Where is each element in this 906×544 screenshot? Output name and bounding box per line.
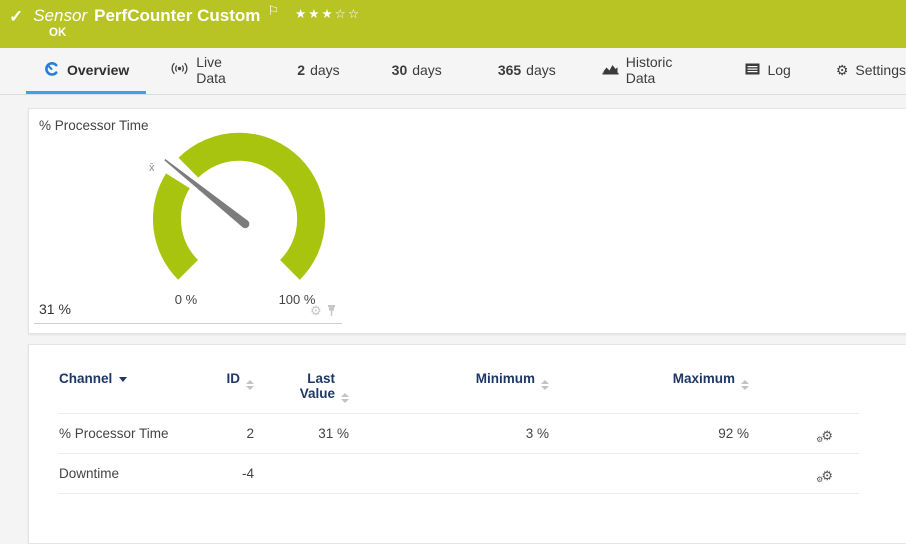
channel-name-cell: Downtime (59, 454, 209, 494)
tab-overview-label: Overview (67, 62, 129, 78)
gauge-average-marker: x̄ (149, 162, 155, 174)
gauge-tools: ⚙ (310, 304, 337, 317)
tab-365-days[interactable]: 365 days (498, 48, 556, 94)
column-header-last-value-label: Last Value (291, 371, 335, 401)
gauge-panel: % Processor Time x̄ 0 % 100 % 31 % ⚙ (28, 108, 906, 334)
table-row-processor-time: % Processor Time 2 31 % 3 % 92 % ⚙⚙ (59, 414, 859, 454)
column-header-maximum[interactable]: Maximum (549, 371, 749, 414)
channel-settings-gears-icon[interactable]: ⚙⚙ (816, 428, 833, 444)
pin-icon[interactable] (326, 304, 337, 317)
tab-365-days-number: 365 (498, 62, 521, 78)
sensor-status-text: OK (49, 27, 906, 39)
tab-30-days[interactable]: 30 days (392, 48, 442, 94)
channel-maximum-cell (549, 454, 749, 494)
priority-stars[interactable]: ★★★☆☆ (295, 6, 361, 21)
channel-name-cell: % Processor Time (59, 414, 209, 454)
tab-30-days-number: 30 (392, 62, 408, 78)
column-header-id-label: ID (227, 371, 241, 386)
channel-table-header-row: Channel ID Last Value Minimum Maximum (59, 371, 859, 414)
gauge-icon (43, 60, 60, 80)
tab-bar: Overview Live Data 2 days 30 days 365 da… (0, 48, 906, 95)
channel-table: Channel ID Last Value Minimum Maximum (59, 371, 859, 494)
tab-log-label: Log (767, 62, 790, 78)
sort-icon (541, 380, 549, 390)
channel-last-value-cell (254, 454, 349, 494)
area-chart-icon (602, 62, 619, 78)
gear-icon: ⚙ (836, 63, 849, 77)
column-header-channel-label: Channel (59, 371, 112, 386)
tab-settings[interactable]: ⚙ Settings (836, 48, 906, 94)
tab-365-days-unit: days (526, 62, 556, 78)
channel-id-cell: -4 (209, 454, 254, 494)
column-header-channel[interactable]: Channel (59, 371, 209, 414)
sensor-status-bar: ✓ Sensor PerfCounter Custom ⚐ ★★★☆☆ OK (0, 0, 906, 48)
flag-icon[interactable]: ⚐ (267, 3, 279, 19)
tab-log[interactable]: Log (745, 48, 790, 94)
column-header-maximum-label: Maximum (673, 371, 735, 386)
column-header-last-value[interactable]: Last Value (254, 371, 349, 414)
channel-tools-cell: ⚙⚙ (749, 454, 859, 494)
chevron-down-icon (119, 377, 127, 382)
channel-settings-gears-icon[interactable]: ⚙⚙ (816, 468, 833, 484)
sensor-name: PerfCounter Custom (94, 6, 260, 26)
tab-live-data-label: Live Data (196, 54, 245, 86)
tab-overview[interactable]: Overview (26, 48, 146, 94)
tab-live-data[interactable]: Live Data (170, 48, 245, 94)
tab-2-days[interactable]: 2 days (297, 48, 339, 94)
channel-minimum-cell (349, 454, 549, 494)
channel-id-cell: 2 (209, 414, 254, 454)
tab-30-days-unit: days (412, 62, 442, 78)
tab-2-days-number: 2 (297, 62, 305, 78)
gauge-channel-title: % Processor Time (39, 118, 149, 133)
channel-last-value-cell: 31 % (254, 414, 349, 454)
tab-historic-data[interactable]: Historic Data (602, 48, 694, 94)
column-header-tools (749, 371, 859, 414)
processor-time-gauge: x̄ (143, 123, 335, 315)
sort-icon (741, 380, 749, 390)
column-header-id[interactable]: ID (209, 371, 254, 414)
column-header-minimum[interactable]: Minimum (349, 371, 549, 414)
log-icon (745, 62, 760, 78)
sort-icon (246, 380, 254, 390)
tab-settings-label: Settings (855, 62, 906, 78)
gauge-scale-min-label: 0 % (161, 292, 211, 307)
channel-minimum-cell: 3 % (349, 414, 549, 454)
channel-maximum-cell: 92 % (549, 414, 749, 454)
column-header-minimum-label: Minimum (476, 371, 535, 386)
table-row-downtime: Downtime -4 ⚙⚙ (59, 454, 859, 494)
gauge-cell-divider (34, 323, 342, 324)
sort-icon (341, 393, 349, 403)
channel-table-panel: Channel ID Last Value Minimum Maximum (28, 344, 906, 544)
object-type-label: Sensor (33, 6, 87, 26)
status-ok-check-icon: ✓ (9, 8, 23, 25)
tab-historic-data-label: Historic Data (626, 54, 694, 86)
gauge-current-value: 31 % (39, 301, 71, 317)
channel-tools-cell: ⚙⚙ (749, 414, 859, 454)
gauge-settings-gear-icon[interactable]: ⚙ (310, 304, 322, 317)
tab-2-days-unit: days (310, 62, 340, 78)
broadcast-icon (170, 62, 189, 78)
